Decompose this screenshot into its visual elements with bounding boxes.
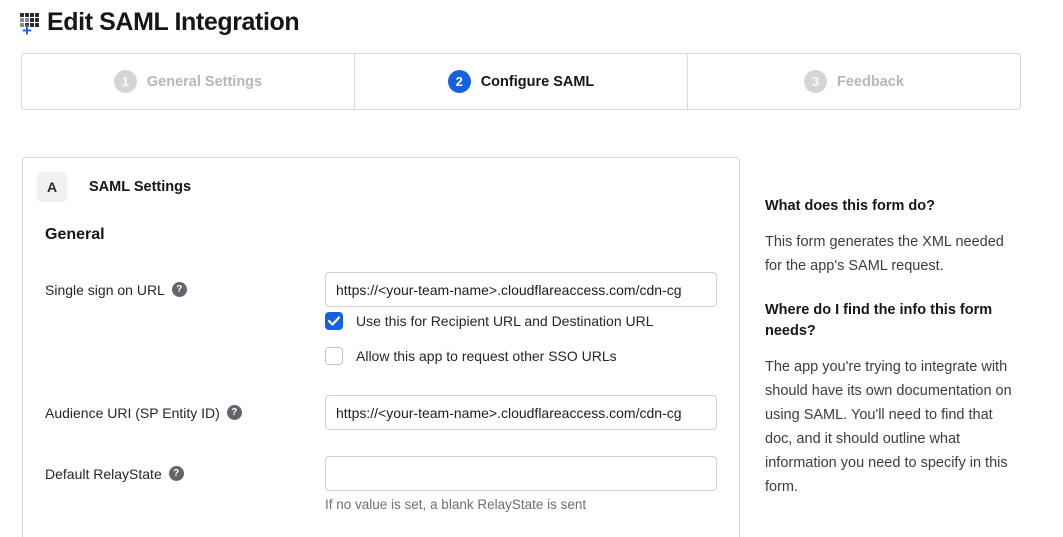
audience-uri-input[interactable] [325,395,717,430]
saml-settings-panel: A SAML Settings General Single sign on U… [22,157,740,537]
other-sso-urls-checkbox-row[interactable]: Allow this app to request other SSO URLs [325,347,617,365]
step-configure-saml[interactable]: 2 Configure SAML [354,54,687,109]
relay-state-input[interactable] [325,456,717,491]
section-title: SAML Settings [89,179,191,195]
step-general-settings[interactable]: 1 General Settings [22,54,354,109]
help-body: The app you're trying to integrate with … [765,355,1017,499]
audience-uri-label: Audience URI (SP Entity ID) [45,405,220,421]
checkbox-checked[interactable] [325,312,343,330]
edit-saml-integration-page: + Edit SAML Integration 1 General Settin… [0,0,1063,515]
checkmark-icon [328,316,340,326]
help-icon[interactable]: ? [172,282,187,297]
step-label: Feedback [837,74,904,90]
section-badge-a: A [37,172,67,202]
general-group-heading: General [45,226,105,244]
help-body: This form generates the XML needed for t… [765,230,1017,278]
sso-url-label-row: Single sign on URL ? [45,272,187,307]
relay-state-label-row: Default RelayState ? [45,456,184,491]
add-app-grid-icon: + [20,10,44,36]
checkbox-label: Use this for Recipient URL and Destinati… [356,313,654,329]
step-feedback[interactable]: 3 Feedback [687,54,1020,109]
step-number-badge: 2 [448,70,471,93]
sso-url-input[interactable] [325,272,717,307]
help-heading: Where do I find the info this form needs… [765,300,1017,342]
help-section-where: Where do I find the info this form needs… [765,300,1017,499]
sso-url-label: Single sign on URL [45,282,165,298]
step-label: General Settings [147,74,262,90]
step-label: Configure SAML [481,74,595,90]
help-sidebar: What does this form do? This form genera… [765,196,1017,521]
page-header: + Edit SAML Integration [20,8,299,37]
help-icon[interactable]: ? [227,405,242,420]
plus-icon: + [22,22,32,39]
page-title: Edit SAML Integration [47,8,299,37]
relay-state-helper-text: If no value is set, a blank RelayState i… [325,497,586,512]
panel-header: A SAML Settings [37,172,191,202]
audience-uri-label-row: Audience URI (SP Entity ID) ? [45,395,242,430]
step-number-badge: 3 [804,70,827,93]
wizard-stepper: 1 General Settings 2 Configure SAML 3 Fe… [21,53,1021,110]
recipient-url-checkbox-row[interactable]: Use this for Recipient URL and Destinati… [325,312,654,330]
help-section-what: What does this form do? This form genera… [765,196,1017,278]
help-icon[interactable]: ? [169,466,184,481]
checkbox-label: Allow this app to request other SSO URLs [356,348,617,364]
checkbox-unchecked[interactable] [325,347,343,365]
help-heading: What does this form do? [765,196,1017,217]
relay-state-label: Default RelayState [45,466,162,482]
step-number-badge: 1 [114,70,137,93]
